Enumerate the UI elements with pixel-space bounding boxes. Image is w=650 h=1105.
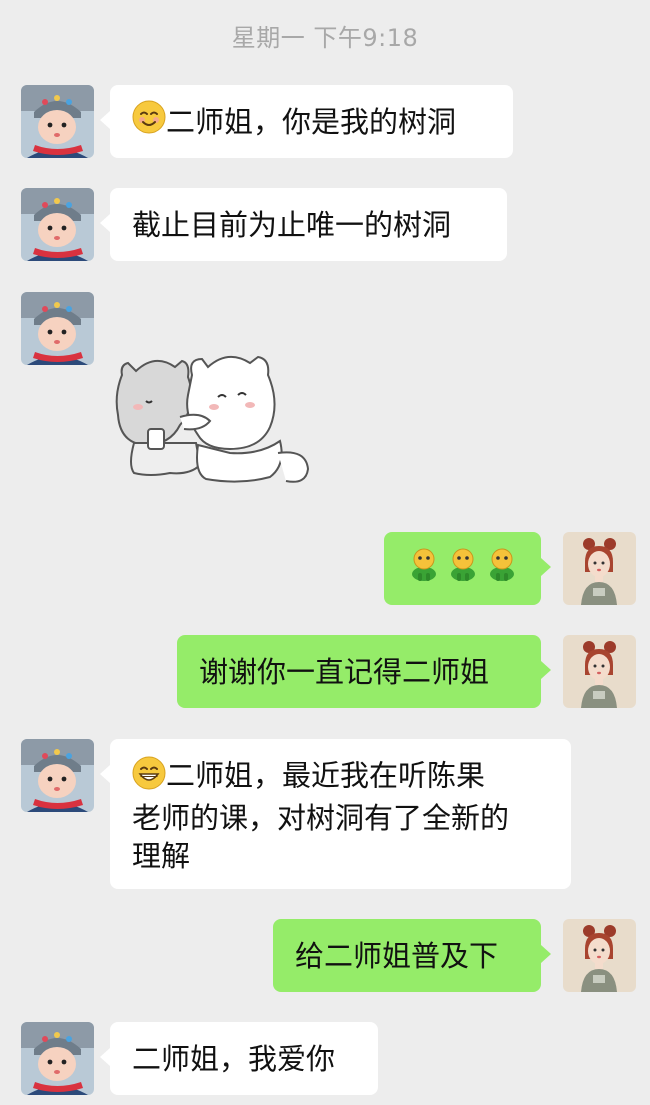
green-figure-icon bbox=[484, 546, 520, 591]
contact-avatar[interactable] bbox=[21, 739, 94, 812]
timestamp: 星期一 下午9:18 bbox=[231, 24, 419, 52]
self-avatar[interactable] bbox=[563, 919, 636, 992]
contact-avatar[interactable] bbox=[21, 188, 94, 261]
hugging-cats-sticker[interactable] bbox=[110, 345, 315, 494]
contact-avatar[interactable] bbox=[21, 1022, 94, 1095]
chat-thread: 星期一 下午9:18 二师姐，你是我的树洞 截止目前为止唯一的树洞 谢谢你一直记… bbox=[0, 0, 650, 1105]
message-bubble-incoming[interactable]: 二师姐，我爱你 bbox=[100, 1022, 378, 1095]
grinning-face-icon bbox=[132, 756, 166, 799]
message-text: 截止目前为止唯一的树洞 bbox=[132, 207, 452, 242]
message-bubble-incoming[interactable]: 二师姐，最近我在听陈果 老师的课，对树洞有了全新的 理解 bbox=[100, 739, 571, 889]
message-bubble-outgoing[interactable]: 给二师姐普及下 bbox=[273, 919, 551, 992]
green-figure-icon bbox=[445, 546, 481, 591]
message-text: 谢谢你一直记得二师姐 bbox=[199, 654, 490, 689]
contact-avatar[interactable] bbox=[21, 85, 94, 158]
message-text-line: 理解 bbox=[132, 839, 191, 873]
smiling-face-icon bbox=[132, 100, 166, 143]
message-text-line: 老师的课，对树洞有了全新的 bbox=[132, 801, 510, 835]
message-bubble-outgoing[interactable]: 谢谢你一直记得二师姐 bbox=[177, 635, 551, 708]
self-avatar[interactable] bbox=[563, 532, 636, 605]
green-figure-icon bbox=[406, 546, 442, 591]
message-text-line: 二师姐，最近我在听陈果 bbox=[166, 758, 486, 793]
message-bubble-outgoing[interactable] bbox=[384, 532, 551, 605]
self-avatar[interactable] bbox=[563, 635, 636, 708]
contact-avatar[interactable] bbox=[21, 292, 94, 365]
message-bubble-incoming[interactable]: 截止目前为止唯一的树洞 bbox=[100, 188, 507, 261]
message-text: 二师姐，我爱你 bbox=[132, 1041, 336, 1076]
message-text: 二师姐，你是我的树洞 bbox=[166, 104, 457, 139]
message-text: 给二师姐普及下 bbox=[295, 938, 499, 973]
message-bubble-incoming[interactable]: 二师姐，你是我的树洞 bbox=[100, 85, 513, 158]
